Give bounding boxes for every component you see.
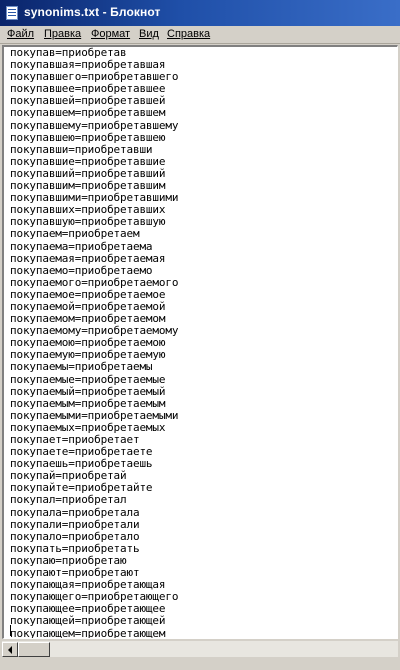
text-line[interactable]: покупаемо=приобретаемо (10, 264, 178, 277)
text-line[interactable]: покупаемая=приобретаемая (10, 252, 178, 265)
text-content[interactable]: покупав=приобретав покупавшая=приобретавш… (10, 47, 178, 638)
menu-format-label: Формат (91, 28, 131, 40)
text-line[interactable]: покупающем=приобретающем (10, 627, 178, 638)
text-line[interactable]: покупал=приобретал (10, 494, 178, 506)
text-line[interactable]: покупавшею=приобретавшею (10, 131, 178, 144)
notepad-window: synonims.txt - Блокнот Файл Правка Форма… (0, 0, 400, 670)
text-line[interactable]: покупаемый=приобретаемый (10, 385, 178, 398)
horizontal-scrollbar[interactable] (2, 640, 398, 657)
text-line[interactable]: покупала=приобретала (10, 506, 178, 519)
menu-format[interactable]: Формат (91, 28, 130, 40)
window-bottom-frame (0, 657, 400, 670)
menu-bar: Файл Правка Формат Вид Справка (0, 26, 400, 44)
text-editor[interactable]: покупав=приобретав покупавшая=приобретавш… (2, 45, 398, 639)
scroll-left-button[interactable] (2, 642, 18, 657)
menu-help-label: Справка (167, 28, 211, 40)
text-caret (10, 625, 11, 636)
title-bar[interactable]: synonims.txt - Блокнот (0, 0, 400, 26)
arrow-left-icon (8, 646, 12, 654)
text-line[interactable]: покупаем=приобретаем (10, 228, 178, 240)
menu-file[interactable]: Файл (7, 28, 34, 40)
text-line[interactable]: покупаемым=приобретаемым (10, 397, 178, 410)
text-line[interactable]: покупавшему=приобретавшему (10, 119, 178, 132)
text-line[interactable]: покупаемы=приобретаемы (10, 361, 178, 373)
menu-view[interactable]: Вид (139, 28, 159, 40)
text-line[interactable]: покупающей=приобретающей (10, 615, 178, 627)
menu-help[interactable]: Справка (167, 28, 210, 40)
menu-edit[interactable]: Правка (44, 28, 81, 40)
menu-file-label: Файл (7, 28, 35, 40)
scrollbar-thumb[interactable] (18, 642, 50, 657)
notepad-icon[interactable] (6, 6, 18, 20)
window-title: synonims.txt - Блокнот (24, 5, 161, 19)
menu-edit-label: Правка (44, 28, 82, 40)
text-line[interactable]: покупаема=приобретаема (10, 240, 178, 253)
text-line[interactable]: покупаемые=приобретаемые (10, 373, 178, 386)
text-line[interactable]: покупавшем=приобретавшем (10, 107, 178, 119)
text-line[interactable]: покупали=приобретали (10, 518, 178, 531)
menu-view-label: Вид (139, 28, 159, 40)
